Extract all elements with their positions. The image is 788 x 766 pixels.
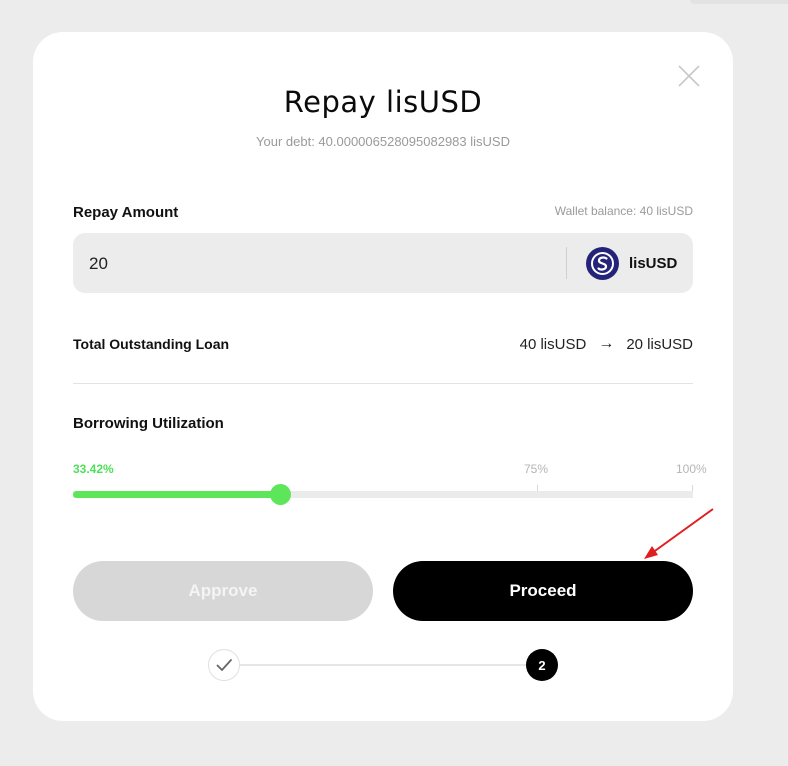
modal-title: Repay lisUSD — [283, 85, 483, 119]
step-2-current: 2 — [526, 649, 558, 681]
lisusd-token-icon — [586, 246, 619, 280]
utilization-tick-75 — [537, 485, 538, 491]
utilization-tick-100 — [692, 485, 693, 491]
token-selector[interactable]: lisUSD — [586, 246, 677, 280]
utilization-current-percent: 33.42% — [73, 462, 114, 476]
step-progress-line — [239, 664, 532, 666]
debt-subtitle: Your debt: 40.000006528095082983 lisUSD — [256, 134, 510, 149]
outstanding-loan-label: Total Outstanding Loan — [73, 336, 230, 352]
section-divider — [73, 383, 693, 384]
repay-amount-label: Repay Amount — [73, 204, 179, 221]
proceed-button[interactable]: Proceed — [393, 561, 693, 621]
outstanding-loan-values: 40 lisUSD → 20 lisUSD — [520, 335, 693, 353]
background-element — [690, 0, 788, 4]
loan-from-value: 40 lisUSD — [519, 335, 587, 353]
token-name: lisUSD — [629, 254, 678, 272]
repay-modal: Repay lisUSD Your debt: 40.0000065280950… — [33, 32, 733, 721]
approve-button[interactable]: Approve — [73, 561, 373, 621]
utilization-slider-thumb[interactable] — [269, 484, 291, 505]
repay-amount-field: lisUSD — [73, 233, 693, 295]
wallet-balance: Wallet balance: 40 lisUSD — [554, 204, 693, 218]
check-icon — [216, 659, 232, 671]
repay-amount-input[interactable] — [87, 233, 551, 295]
utilization-fill — [73, 491, 281, 498]
arrow-right-icon: → — [598, 335, 615, 352]
utilization-mark-100: 100% — [676, 462, 707, 476]
borrowing-utilization-label: Borrowing Utilization — [73, 415, 224, 432]
loan-to-value: 20 lisUSD — [626, 335, 693, 353]
field-divider — [566, 247, 567, 279]
step-1-complete — [208, 649, 240, 681]
utilization-mark-75: 75% — [524, 462, 549, 476]
